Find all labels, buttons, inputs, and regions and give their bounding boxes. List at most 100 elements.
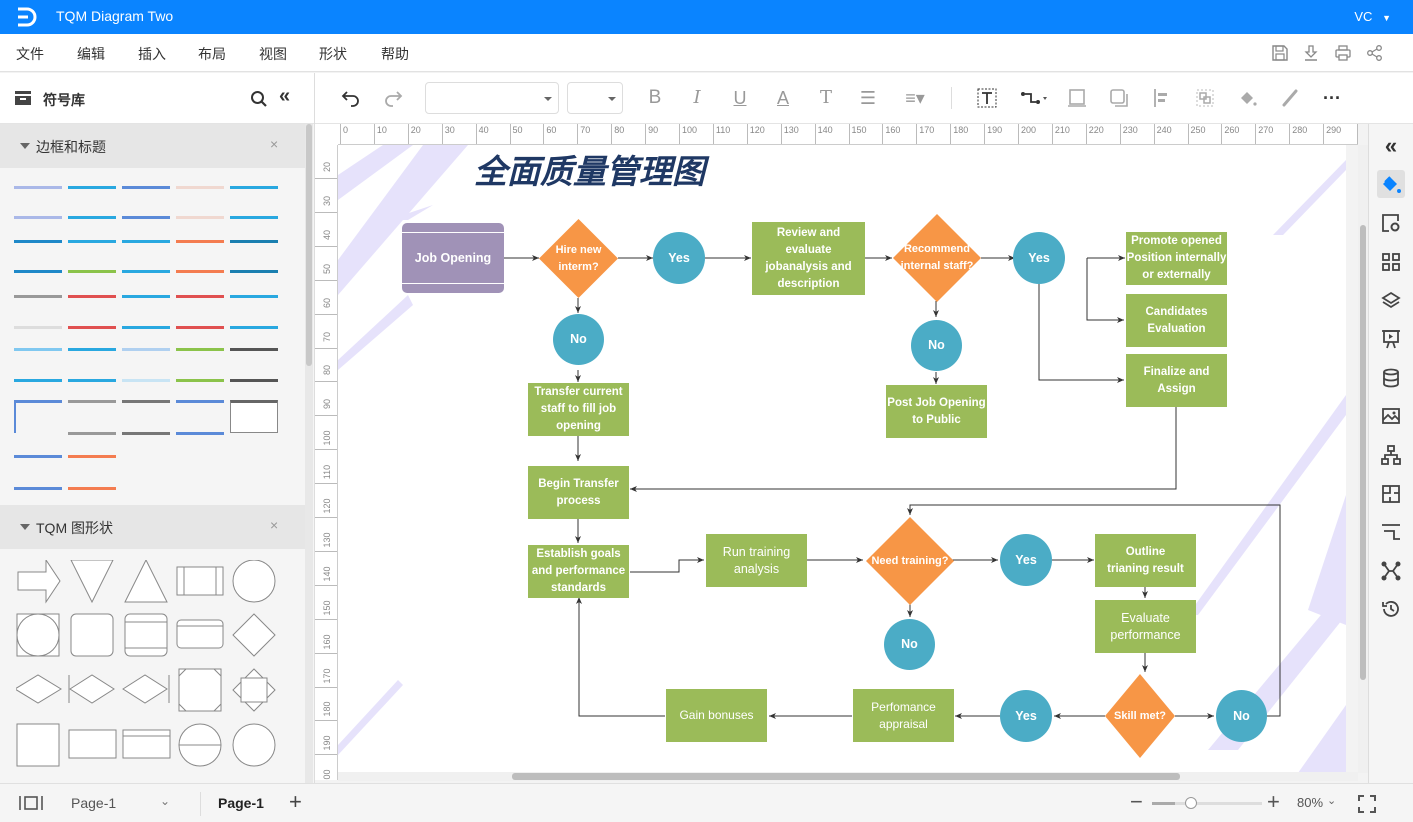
border-title-thumbnail[interactable] bbox=[122, 240, 170, 243]
floor-plan-button[interactable] bbox=[1377, 480, 1405, 508]
border-title-thumbnail[interactable] bbox=[14, 400, 16, 433]
page-settings-button[interactable] bbox=[1377, 209, 1405, 237]
border-title-thumbnail[interactable] bbox=[176, 348, 224, 351]
close-section-icon[interactable]: × bbox=[270, 517, 278, 533]
zoom-out-icon[interactable]: − bbox=[1130, 789, 1143, 815]
process-begin-transfer[interactable]: Begin Transfer process bbox=[528, 466, 629, 519]
menu-insert[interactable]: 插入 bbox=[138, 44, 166, 64]
redo-icon[interactable] bbox=[382, 87, 404, 109]
undo-icon[interactable] bbox=[340, 87, 362, 109]
print-icon[interactable] bbox=[1334, 44, 1352, 62]
terminal-yes-3[interactable]: Yes bbox=[1000, 534, 1052, 586]
decision-need-training[interactable]: Need training? bbox=[866, 517, 954, 605]
border-title-thumbnail[interactable] bbox=[122, 379, 170, 382]
process-evaluate[interactable]: Evaluate performance bbox=[1095, 600, 1196, 653]
terminal-yes-4[interactable]: Yes bbox=[1000, 690, 1052, 742]
border-title-thumbnail[interactable] bbox=[68, 240, 116, 243]
terminal-no-3[interactable]: No bbox=[884, 619, 935, 670]
menu-shape[interactable]: 形状 bbox=[319, 44, 347, 64]
border-title-thumbnail[interactable] bbox=[14, 326, 62, 329]
start-node-job-opening[interactable]: Job Opening bbox=[402, 223, 504, 293]
border-title-thumbnail[interactable] bbox=[122, 400, 170, 403]
border-title-thumbnail[interactable] bbox=[68, 326, 116, 329]
underline-icon[interactable]: U bbox=[729, 87, 751, 109]
zoom-slider[interactable] bbox=[1152, 797, 1262, 809]
border-title-thumbnail[interactable] bbox=[122, 295, 170, 298]
collapse-panel-icon[interactable]: « bbox=[279, 85, 290, 108]
brush-icon[interactable] bbox=[1279, 87, 1301, 109]
user-menu[interactable]: VC ▼ bbox=[1354, 9, 1391, 24]
diagram-canvas[interactable]: 全面质量管理图 Job Opening Hire new interm? Yes… bbox=[338, 145, 1346, 773]
border-title-thumbnail[interactable] bbox=[122, 432, 170, 435]
border-title-thumbnail[interactable] bbox=[14, 270, 62, 273]
section-borders-titles[interactable]: 边框和标题 × bbox=[0, 124, 305, 168]
terminal-yes-1[interactable]: Yes bbox=[653, 232, 705, 284]
menu-view[interactable]: 视图 bbox=[259, 44, 287, 64]
section-tqm-shapes[interactable]: TQM 图形状 × bbox=[0, 505, 305, 549]
font-color-icon[interactable]: A bbox=[772, 87, 794, 109]
font-family-select[interactable] bbox=[425, 82, 559, 114]
align-icon[interactable]: ☰ bbox=[857, 87, 879, 109]
org-chart-button[interactable] bbox=[1377, 441, 1405, 469]
process-review[interactable]: Review and evaluate jobanalysis and desc… bbox=[752, 222, 865, 295]
border-title-thumbnail[interactable] bbox=[68, 295, 116, 298]
decision-hire-new[interactable]: Hire new interm? bbox=[539, 219, 618, 298]
font-size-select[interactable] bbox=[567, 82, 623, 114]
menu-edit[interactable]: 编辑 bbox=[77, 44, 105, 64]
process-appraisal[interactable]: Perfomance appraisal bbox=[853, 689, 954, 742]
border-title-thumbnail[interactable] bbox=[176, 216, 224, 219]
decision-skill-met[interactable]: Skill met? bbox=[1105, 674, 1175, 758]
process-post-job[interactable]: Post Job Opening to Public bbox=[886, 385, 987, 438]
search-icon[interactable] bbox=[250, 90, 268, 108]
border-title-thumbnail[interactable] bbox=[68, 216, 116, 219]
fill-icon[interactable] bbox=[1237, 87, 1259, 109]
canvas-vertical-scrollbar[interactable] bbox=[1358, 145, 1368, 773]
border-title-thumbnail[interactable] bbox=[122, 348, 170, 351]
menu-file[interactable]: 文件 bbox=[16, 44, 44, 64]
connector-style-button[interactable] bbox=[1377, 518, 1405, 546]
image-button[interactable] bbox=[1377, 402, 1405, 430]
process-candidates[interactable]: Candidates Evaluation bbox=[1126, 294, 1227, 347]
layers-button[interactable] bbox=[1377, 287, 1405, 315]
spacing-icon[interactable]: ≡▾ bbox=[900, 87, 930, 109]
shapes-button[interactable] bbox=[1377, 248, 1405, 276]
border-title-thumbnail[interactable] bbox=[122, 216, 170, 219]
border-title-thumbnail[interactable] bbox=[176, 240, 224, 243]
border-title-thumbnail[interactable] bbox=[14, 379, 62, 382]
border-title-thumbnail[interactable] bbox=[14, 216, 62, 219]
app-logo-icon[interactable] bbox=[14, 5, 40, 29]
border-title-thumbnail[interactable] bbox=[68, 348, 116, 351]
italic-icon[interactable]: I bbox=[686, 87, 708, 109]
border-title-thumbnail[interactable] bbox=[14, 240, 62, 243]
fill-style-button[interactable] bbox=[1377, 170, 1405, 198]
save-icon[interactable] bbox=[1271, 44, 1289, 62]
align-left-icon[interactable] bbox=[1151, 87, 1173, 109]
shadow-icon[interactable] bbox=[1108, 87, 1130, 109]
scrollbar-thumb[interactable] bbox=[512, 773, 1180, 780]
history-button[interactable] bbox=[1377, 595, 1405, 623]
border-title-thumbnail[interactable] bbox=[122, 270, 170, 273]
border-title-thumbnail[interactable] bbox=[230, 326, 278, 329]
bold-icon[interactable]: B bbox=[644, 87, 666, 109]
fullscreen-icon[interactable] bbox=[1357, 794, 1377, 814]
border-title-thumbnail[interactable] bbox=[230, 216, 278, 219]
border-title-thumbnail[interactable] bbox=[122, 186, 170, 189]
terminal-yes-2[interactable]: Yes bbox=[1013, 232, 1065, 284]
process-bonuses[interactable]: Gain bonuses bbox=[666, 689, 767, 742]
menu-help[interactable]: 帮助 bbox=[381, 44, 409, 64]
border-title-thumbnail[interactable] bbox=[176, 432, 224, 435]
document-title[interactable]: TQM Diagram Two bbox=[56, 8, 173, 24]
scrollbar-thumb[interactable] bbox=[1360, 225, 1366, 680]
share-icon[interactable] bbox=[1366, 44, 1384, 62]
process-promote[interactable]: Promote opened Position internally or ex… bbox=[1126, 232, 1227, 285]
border-title-thumbnail[interactable] bbox=[176, 270, 224, 273]
border-title-thumbnail[interactable] bbox=[68, 487, 116, 490]
process-run-training[interactable]: Run training analysis bbox=[706, 534, 807, 587]
border-title-thumbnail[interactable] bbox=[230, 379, 278, 382]
border-title-thumbnail[interactable] bbox=[68, 432, 116, 435]
process-transfer[interactable]: Transfer current staff to fill job openi… bbox=[528, 383, 629, 436]
border-title-thumbnail[interactable] bbox=[14, 186, 62, 189]
scrollbar-thumb[interactable] bbox=[306, 124, 312, 366]
border-title-thumbnail[interactable] bbox=[230, 186, 278, 189]
zoom-in-icon[interactable]: + bbox=[1267, 789, 1280, 815]
